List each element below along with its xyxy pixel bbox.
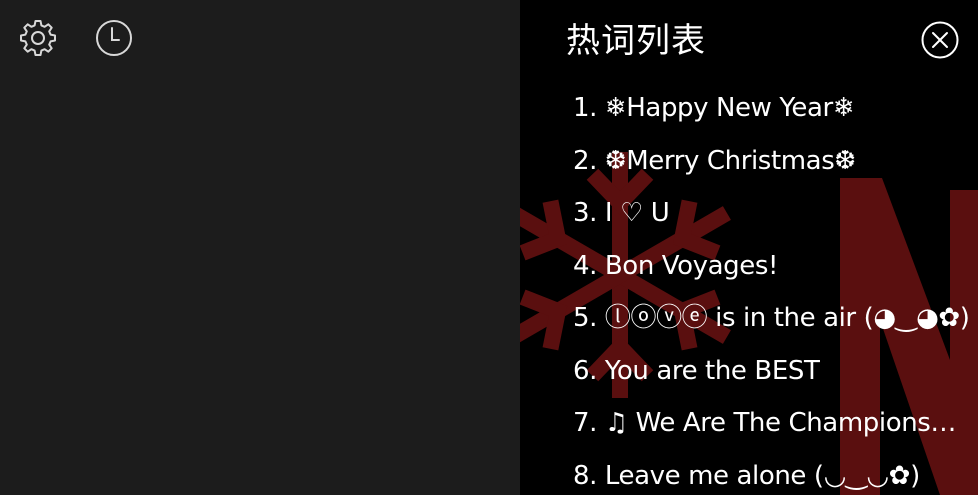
settings-button[interactable] (17, 17, 59, 59)
main-area (0, 0, 520, 495)
hot-word-item[interactable]: 3. I ♡ U (573, 187, 973, 240)
close-button[interactable] (920, 20, 960, 60)
hot-word-list: 1. ❄Happy New Year❄ 2. ❆Merry Christmas❆… (573, 82, 973, 495)
hot-word-item[interactable]: 8. Leave me alone (◡‿◡✿) (573, 450, 973, 495)
hot-words-panel: 热词列表 1. ❄Happy New Year❄ 2. ❆Merry Chris… (520, 0, 978, 495)
gear-icon (20, 20, 56, 56)
hot-word-item[interactable]: 4. Bon Voyages! (573, 240, 973, 293)
hot-word-item[interactable]: 2. ❆Merry Christmas❆ (573, 135, 973, 188)
history-button[interactable] (93, 17, 135, 59)
hot-word-item[interactable]: 1. ❄Happy New Year❄ (573, 82, 973, 135)
hot-word-item[interactable]: 6. You are the BEST (573, 345, 973, 398)
app-screen: 热词列表 1. ❄Happy New Year❄ 2. ❆Merry Chris… (0, 0, 978, 495)
close-circle-icon (921, 21, 959, 59)
hot-word-item[interactable]: 7. ♫ We Are The Champions… (573, 397, 973, 450)
hot-word-item[interactable]: 5. ⓛⓞⓥⓔ is in the air (◕‿◕✿) (573, 292, 973, 345)
panel-title: 热词列表 (566, 21, 706, 61)
clock-icon (96, 20, 132, 56)
